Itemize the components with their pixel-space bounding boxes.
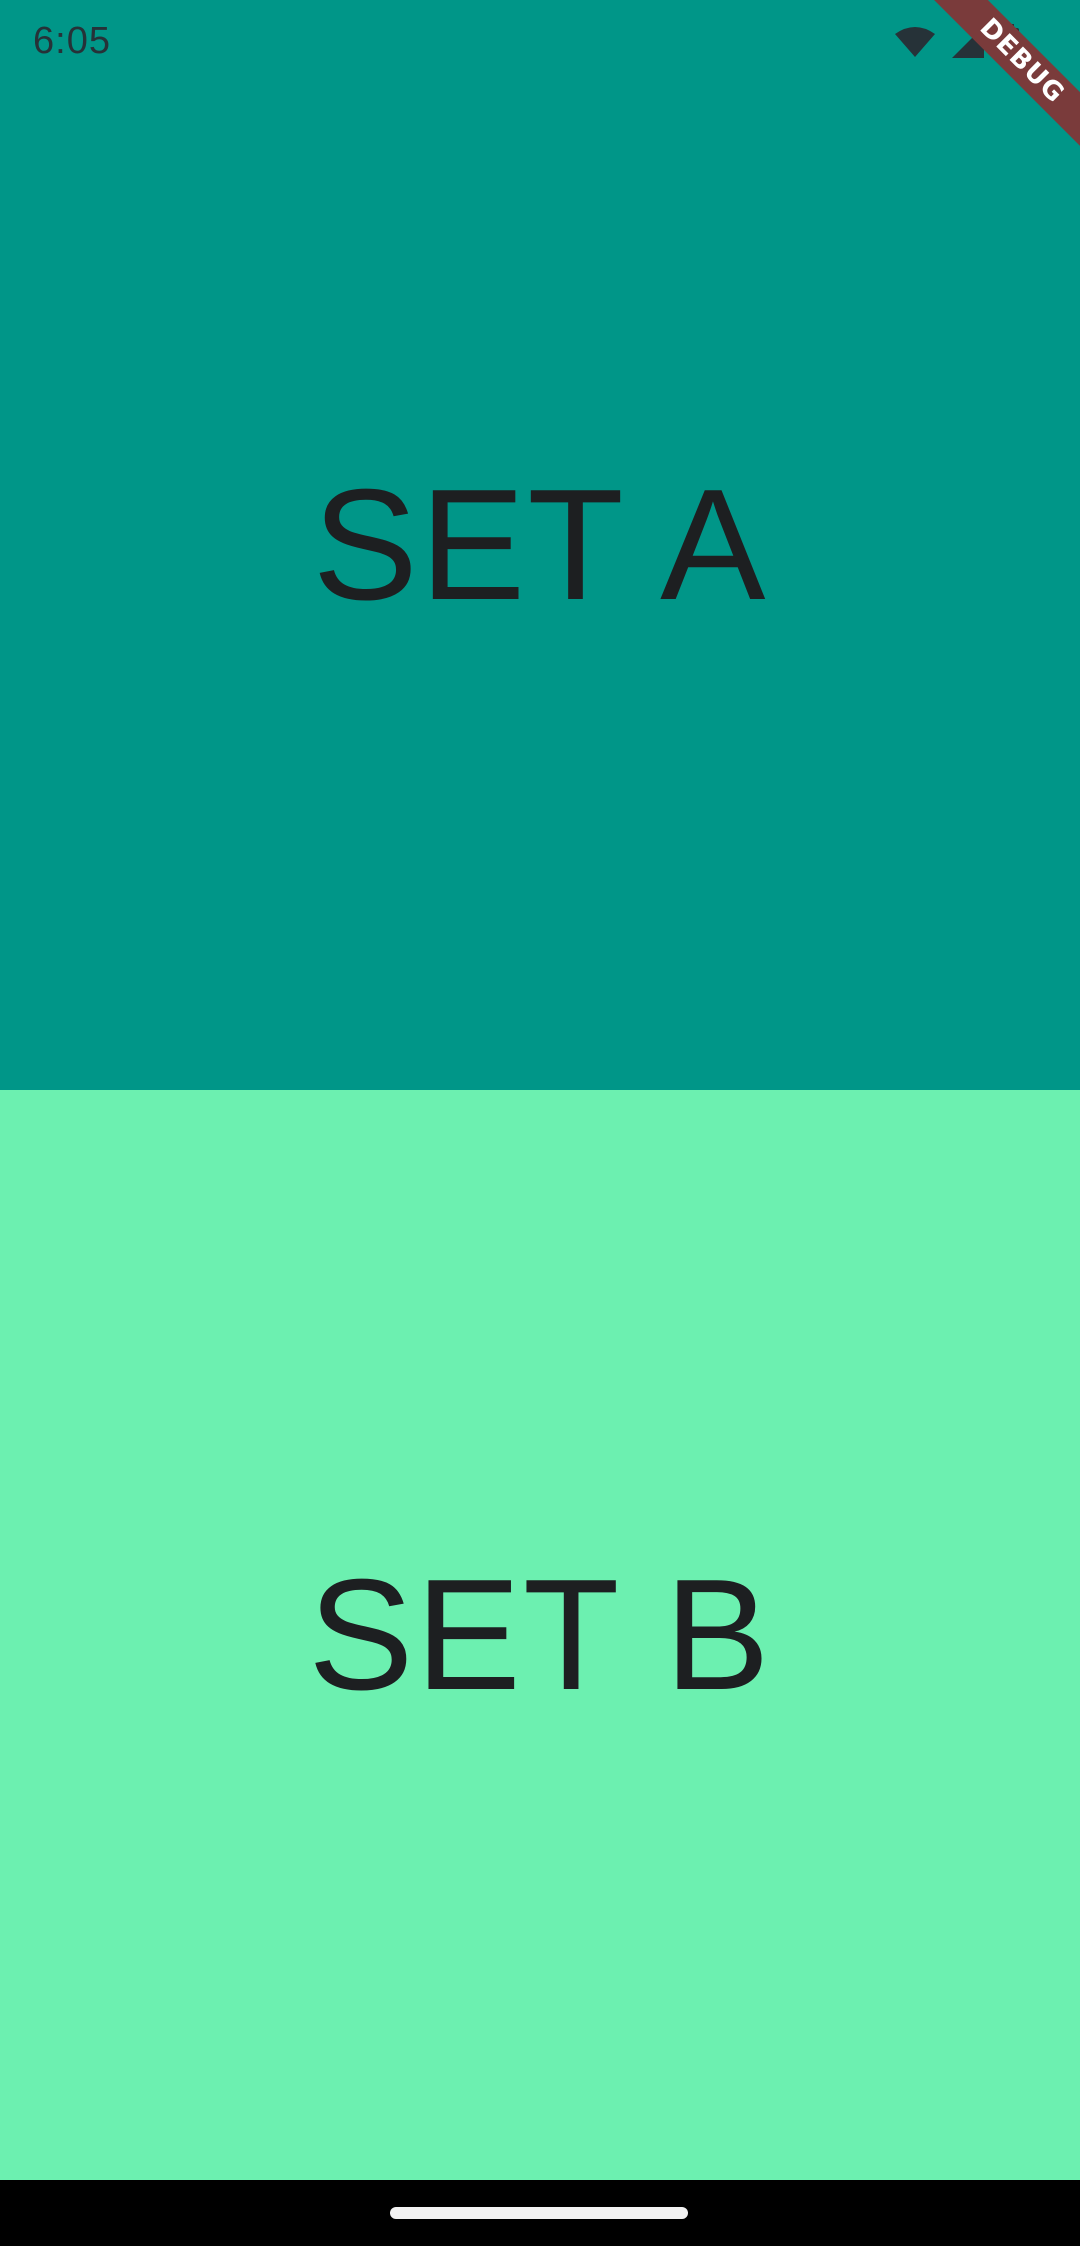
battery-icon — [1000, 24, 1020, 60]
status-icons — [894, 22, 1020, 62]
set-a-label: SET A — [312, 457, 768, 633]
set-b-label: SET B — [308, 1547, 772, 1723]
set-b-panel[interactable]: SET B — [0, 1090, 1080, 2180]
wifi-icon — [894, 26, 936, 58]
app-screen: SET A SET B 6:05 DEBUG — [0, 0, 1080, 2246]
home-indicator[interactable] — [390, 2207, 688, 2219]
set-a-panel[interactable]: SET A — [0, 0, 1080, 1090]
status-bar: 6:05 — [0, 0, 1080, 86]
signal-icon — [950, 24, 986, 60]
status-time: 6:05 — [33, 20, 111, 62]
